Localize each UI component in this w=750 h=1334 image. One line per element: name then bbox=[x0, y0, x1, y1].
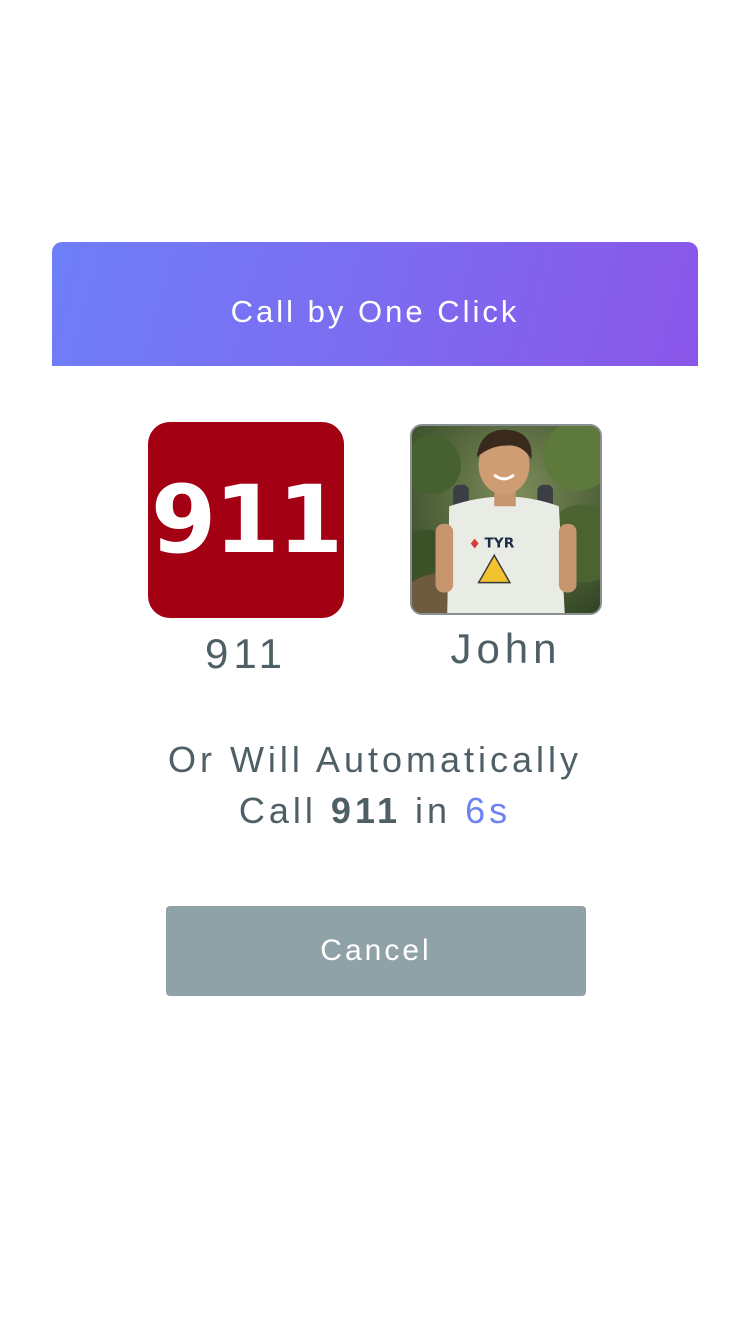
contact-john[interactable]: TYR John bbox=[408, 424, 604, 673]
tile-911-label: 911 bbox=[150, 465, 343, 575]
countdown-line-1: Or Will Automatically bbox=[167, 739, 583, 780]
dialog-title: Call by One Click bbox=[230, 294, 520, 329]
emergency-911-icon[interactable]: 911 bbox=[148, 422, 344, 618]
john-avatar[interactable]: TYR bbox=[410, 424, 602, 615]
countdown-seconds: 6s bbox=[465, 790, 512, 831]
cancel-button[interactable]: Cancel bbox=[166, 906, 586, 996]
call-dialog-screen: Call by One Click 911 911 TYR John Or Wi… bbox=[0, 0, 750, 1334]
countdown-number: 911 bbox=[330, 790, 401, 831]
contact-name-911: 911 bbox=[205, 630, 287, 677]
contact-911[interactable]: 911 911 bbox=[148, 422, 344, 678]
countdown-message: Or Will Automatically Call 911 in 6s bbox=[0, 734, 750, 836]
dialog-header: Call by One Click bbox=[52, 242, 698, 366]
svg-text:TYR: TYR bbox=[484, 535, 514, 551]
countdown-line-2: Call 911 in 6s bbox=[0, 785, 750, 836]
john-avatar-photo: TYR bbox=[412, 426, 600, 613]
countdown-prefix: Call bbox=[238, 790, 317, 831]
countdown-middle: in bbox=[415, 790, 452, 831]
contact-name-john: John bbox=[450, 625, 562, 672]
